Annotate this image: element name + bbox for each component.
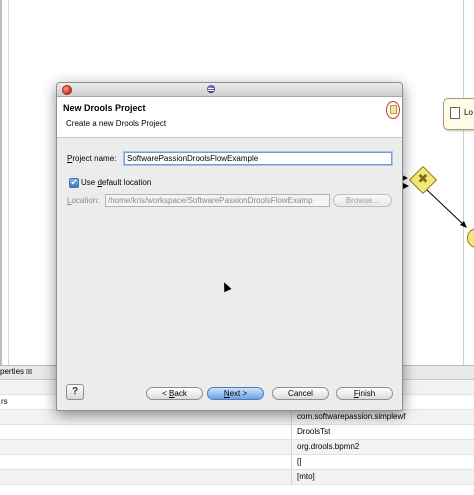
flow-node-label: Lo <box>464 108 473 117</box>
property-value: [mto] <box>297 472 315 481</box>
property-key <box>0 440 291 454</box>
column-divider <box>291 440 292 454</box>
default-location-label[interactable]: Use default location <box>81 178 151 187</box>
table-row[interactable]: org.drools.bpmn2 <box>0 440 474 455</box>
page-title: New Drools Project <box>63 103 146 113</box>
canvas-border <box>463 0 464 365</box>
connection-arrow-icon <box>403 183 409 189</box>
eclipse-icon <box>207 85 215 93</box>
page-description: Create a new Drools Project <box>66 119 167 128</box>
location-label: Location: <box>67 196 100 205</box>
property-key <box>0 470 291 484</box>
back-button[interactable]: < Back <box>146 387 203 400</box>
gateway-x-icon: ✖ <box>417 171 429 186</box>
flow-task-node[interactable]: Lo <box>443 98 474 130</box>
close-icon[interactable]: ☒ <box>26 369 32 376</box>
wizard-banner: New Drools Project Create a new Drools P… <box>57 97 402 138</box>
browse-button[interactable]: Browse... <box>333 194 392 207</box>
column-divider <box>291 410 292 424</box>
help-button[interactable]: ? <box>66 384 84 400</box>
dialog-titlebar[interactable] <box>57 83 402 97</box>
new-drools-project-dialog: New Drools Project Create a new Drools P… <box>56 82 403 411</box>
property-value: com.softwarepassion.simplewf <box>297 412 406 421</box>
table-row[interactable]: [] <box>0 455 474 470</box>
property-value: DroolsTst <box>297 427 331 436</box>
column-divider <box>291 470 292 484</box>
editor-border <box>0 0 2 365</box>
table-row[interactable]: [mto] <box>0 470 474 485</box>
column-divider <box>291 425 292 439</box>
cancel-button[interactable]: Cancel <box>272 387 329 400</box>
property-key <box>0 410 291 424</box>
table-row[interactable]: DroolsTst <box>0 425 474 440</box>
location-input[interactable]: /home/kris/workspace/SoftwarePassionDroo… <box>105 194 330 207</box>
property-key <box>0 425 291 439</box>
property-value: org.drools.bpmn2 <box>297 442 360 451</box>
close-icon[interactable] <box>62 85 72 95</box>
editor-ruler <box>8 0 9 365</box>
property-key <box>0 455 291 469</box>
end-event-node[interactable] <box>467 228 474 248</box>
default-location-checkbox[interactable]: ✔ <box>69 178 79 188</box>
column-divider <box>291 455 292 469</box>
script-task-icon <box>450 107 460 119</box>
finish-button[interactable]: Finish <box>336 387 393 400</box>
tab-properties[interactable]: perties ☒ <box>0 365 36 378</box>
flow-connection <box>426 189 467 228</box>
table-row[interactable]: com.softwarepassion.simplewf <box>0 410 474 425</box>
project-name-input[interactable]: SoftwarePassionDroolsFlowExample <box>124 152 392 165</box>
project-name-label: Project name: <box>67 154 117 163</box>
tab-properties-label: perties <box>0 367 25 376</box>
property-value: [] <box>297 457 302 466</box>
drools-wizard-icon <box>386 101 400 119</box>
next-button[interactable]: Next > <box>207 387 264 400</box>
